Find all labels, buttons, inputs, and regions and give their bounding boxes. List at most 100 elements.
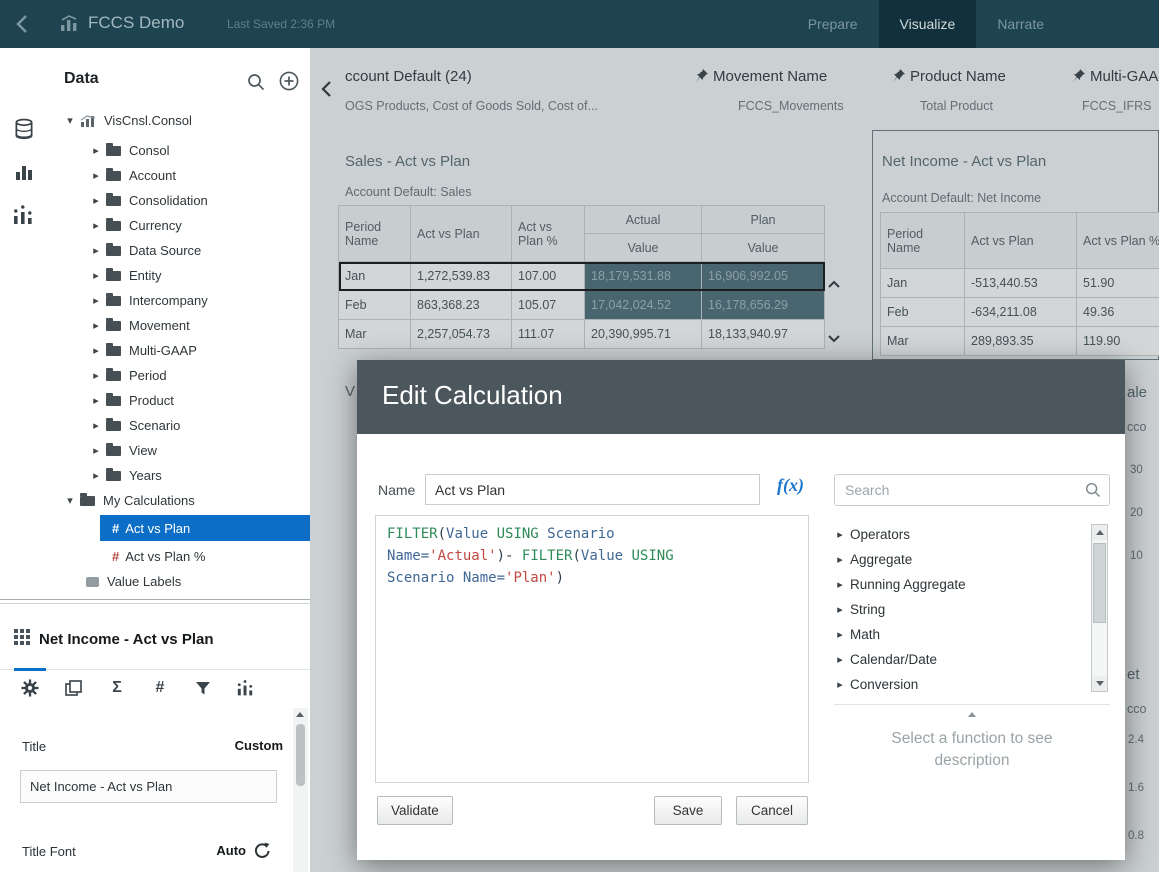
properties-panel: Net Income - Act vs Plan Σ # <box>0 605 310 872</box>
function-category-label: Conversion <box>850 677 918 692</box>
tree-folder-label: Product <box>129 393 174 408</box>
tree-folder-label: Entity <box>129 268 162 283</box>
expand-caret[interactable]: ▸ <box>90 394 102 407</box>
expand-caret[interactable]: ▸ <box>834 628 846 641</box>
expand-caret[interactable]: ▸ <box>834 553 846 566</box>
collapse-caret[interactable]: ▾ <box>64 494 76 507</box>
title-font-value[interactable]: Auto <box>200 843 246 858</box>
add-icon[interactable] <box>278 70 300 92</box>
nav-visualize[interactable]: Visualize <box>879 0 977 48</box>
expand-caret[interactable]: ▸ <box>90 469 102 482</box>
expand-caret[interactable]: ▸ <box>90 169 102 182</box>
fx-icon[interactable]: f(x) <box>777 475 804 496</box>
folder-icon <box>106 396 121 406</box>
search-icon[interactable] <box>246 72 266 92</box>
tab-filter-icon[interactable] <box>185 675 221 701</box>
tree-folder-view[interactable]: ▸View <box>48 438 310 463</box>
top-bar: FCCS Demo Last Saved 2:36 PM Prepare Vis… <box>0 0 1159 48</box>
nav-prepare[interactable]: Prepare <box>787 0 879 48</box>
dialog-header: Edit Calculation <box>357 360 1125 434</box>
function-category-operators[interactable]: ▸Operators <box>834 522 1089 547</box>
tree-folder-years[interactable]: ▸Years <box>48 463 310 488</box>
calc-item-act-vs-plan-pct[interactable]: # Act vs Plan % <box>100 543 310 569</box>
dialog-title: Edit Calculation <box>382 380 563 411</box>
expand-caret[interactable]: ▸ <box>90 419 102 432</box>
tab-sigma-icon[interactable]: Σ <box>99 675 135 701</box>
folder-icon <box>106 371 121 381</box>
collapse-description-icon[interactable] <box>834 712 1110 717</box>
tree-value-labels[interactable]: Value Labels <box>48 569 310 594</box>
tab-general-gear-icon[interactable] <box>12 675 48 701</box>
collapse-caret[interactable]: ▾ <box>64 114 76 127</box>
calc-item-act-vs-plan[interactable]: # Act vs Plan <box>100 515 310 541</box>
expand-caret[interactable]: ▸ <box>90 244 102 257</box>
tree-folder-intercompany[interactable]: ▸Intercompany <box>48 288 310 313</box>
expand-caret[interactable]: ▸ <box>90 444 102 457</box>
scroll-up-arrow[interactable] <box>1092 525 1107 540</box>
tree-root-dataset[interactable]: ▾ VisCnsl.Consol <box>48 108 310 133</box>
tree-folder-movement[interactable]: ▸Movement <box>48 313 310 338</box>
scroll-up-arrow[interactable] <box>296 712 304 717</box>
cancel-button[interactable]: Cancel <box>736 796 808 825</box>
function-category-string[interactable]: ▸String <box>834 597 1089 622</box>
tree-folder-label: Consolidation <box>129 193 208 208</box>
calculation-name-input[interactable] <box>425 474 760 505</box>
data-tab-icon[interactable] <box>13 118 35 147</box>
expand-caret[interactable]: ▸ <box>834 678 846 691</box>
viz-title-input[interactable] <box>20 770 277 803</box>
visualizations-tab-icon[interactable] <box>14 162 34 187</box>
tree-folder-multi-gaap[interactable]: ▸Multi-GAAP <box>48 338 310 363</box>
tab-hash-icon[interactable]: # <box>142 675 178 701</box>
nav-narrate[interactable]: Narrate <box>976 0 1065 48</box>
folder-icon <box>106 321 121 331</box>
back-icon[interactable] <box>10 11 36 37</box>
expand-caret[interactable]: ▸ <box>90 369 102 382</box>
tree-folder-entity[interactable]: ▸ Entity <box>48 263 310 288</box>
expand-caret[interactable]: ▸ <box>90 269 102 282</box>
validate-button[interactable]: Validate <box>377 796 453 825</box>
tree-folder-consolidation[interactable]: ▸ Consolidation <box>48 188 310 213</box>
expand-caret[interactable]: ▸ <box>90 194 102 207</box>
title-mode-value[interactable]: Custom <box>200 738 283 753</box>
expand-caret[interactable]: ▸ <box>834 603 846 616</box>
function-list-scrollbar[interactable] <box>1091 524 1108 692</box>
save-button[interactable]: Save <box>654 796 722 825</box>
tab-copy-icon[interactable] <box>55 675 91 701</box>
tab-divider <box>0 669 310 670</box>
expand-caret[interactable]: ▸ <box>834 528 846 541</box>
tree-folder-period[interactable]: ▸Period <box>48 363 310 388</box>
function-category-running-aggregate[interactable]: ▸Running Aggregate <box>834 572 1089 597</box>
expand-caret[interactable]: ▸ <box>90 344 102 357</box>
function-category-aggregate[interactable]: ▸Aggregate <box>834 547 1089 572</box>
tab-analytics-icon[interactable] <box>228 675 264 701</box>
scroll-down-arrow[interactable] <box>1092 676 1107 691</box>
tree-folder-account[interactable]: ▸Account <box>48 163 310 188</box>
analytics-tab-icon[interactable] <box>12 204 36 231</box>
folder-icon <box>106 421 121 431</box>
tree-folder-product[interactable]: ▸ Product <box>48 388 310 413</box>
expand-caret[interactable]: ▸ <box>90 319 102 332</box>
function-category-conversion[interactable]: ▸ Conversion <box>834 672 1089 697</box>
expand-caret[interactable]: ▸ <box>90 144 102 157</box>
tree-my-calculations[interactable]: ▾ My Calculations <box>48 488 310 513</box>
function-search-input[interactable] <box>834 474 1110 506</box>
formula-editor[interactable]: FILTER(Value USING Scenario Name='Actual… <box>375 515 809 783</box>
expand-caret[interactable]: ▸ <box>90 219 102 232</box>
tree-folder-scenario[interactable]: ▸Scenario <box>48 413 310 438</box>
data-panel-title: Data <box>64 70 99 88</box>
tree-folder-consol[interactable]: ▸Consol <box>48 138 310 163</box>
scrollbar-thumb[interactable] <box>1093 543 1106 623</box>
tree-folder-currency[interactable]: ▸Currency <box>48 213 310 238</box>
function-category-math[interactable]: ▸Math <box>834 622 1089 647</box>
expand-caret[interactable]: ▸ <box>834 578 846 591</box>
function-category-label: Calendar/Date <box>850 652 937 667</box>
folder-list: ▸Consol▸Account▸Consolidation▸Currency▸D… <box>48 138 310 488</box>
properties-scrollbar-thumb[interactable] <box>296 724 305 786</box>
folder-icon <box>106 221 121 231</box>
reset-refresh-icon[interactable] <box>253 842 271 860</box>
expand-caret[interactable]: ▸ <box>90 294 102 307</box>
tree-folder-data-source[interactable]: ▸ Data Source <box>48 238 310 263</box>
expand-caret[interactable]: ▸ <box>834 653 846 666</box>
tree-folder-label: Data Source <box>129 243 201 258</box>
function-category-calendar-date[interactable]: ▸ Calendar/Date <box>834 647 1089 672</box>
